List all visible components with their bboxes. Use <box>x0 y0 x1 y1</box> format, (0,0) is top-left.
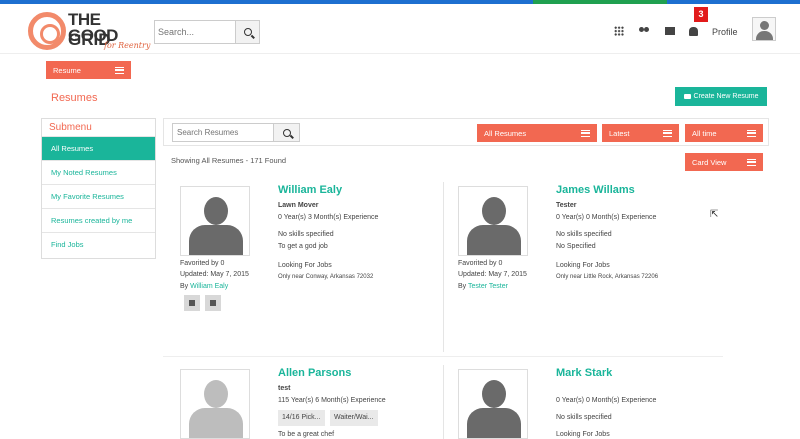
gear-logo-icon <box>28 12 66 50</box>
sidebar-item-all-resumes[interactable]: All Resumes <box>42 136 155 160</box>
resume-search-button[interactable] <box>273 124 299 141</box>
user-avatar[interactable] <box>752 17 776 41</box>
submenu-panel: Submenu All Resumes My Noted Resumes My … <box>41 118 156 259</box>
resume-card: James Willams Tester 0 Year(s) 0 Month(s… <box>450 182 722 352</box>
users-icon[interactable] <box>638 26 651 36</box>
resume-name[interactable]: James Willams <box>556 184 635 196</box>
search-icon <box>282 128 291 137</box>
page-title: Resumes <box>51 92 98 104</box>
resume-title: Tester <box>556 202 577 209</box>
resume-card: William Ealy Lawn Mover 0 Year(s) 3 Mont… <box>172 182 444 352</box>
resume-author-prefix: By <box>458 283 467 290</box>
resume-experience: 0 Year(s) 3 Month(s) Experience <box>278 214 379 221</box>
photo-action-button[interactable] <box>184 295 200 311</box>
resume-card: Allen Parsons test 115 Year(s) 6 Month(s… <box>172 365 444 439</box>
document-action-button[interactable] <box>205 295 221 311</box>
camera-icon <box>683 94 691 99</box>
filter-all-resumes[interactable]: All Resumes <box>477 124 597 142</box>
resume-photo[interactable] <box>458 369 528 439</box>
resume-goal: No Specified <box>556 243 596 250</box>
resume-author: By William Ealy <box>180 283 228 290</box>
resume-tag: 14/16 Pick... <box>278 410 325 426</box>
resume-tag: Waiter/Wai... <box>330 410 378 426</box>
notification-badge: 3 <box>694 7 708 22</box>
resume-skills: No skills specified <box>556 231 612 238</box>
search-icon <box>243 28 252 36</box>
mail-icon[interactable] <box>665 27 675 35</box>
resume-author-link[interactable]: William Ealy <box>190 283 228 290</box>
submenu-title: Submenu <box>49 122 92 133</box>
resume-card: Mark Stark 0 Year(s) 0 Month(s) Experien… <box>450 365 722 439</box>
row-divider <box>163 356 723 357</box>
resume-author-prefix: By <box>180 283 189 290</box>
sidebar-item-created-by-me[interactable]: Resumes created by me <box>42 208 155 232</box>
menu-icon <box>115 66 124 74</box>
menu-icon <box>747 129 756 137</box>
filter-latest[interactable]: Latest <box>602 124 679 142</box>
resume-looking-label: Looking For Jobs <box>556 431 610 438</box>
resume-updated: Updated: May 7, 2015 <box>180 271 249 278</box>
resume-photo[interactable] <box>180 369 250 439</box>
resume-goal: To be a great chef <box>278 431 335 438</box>
resume-photo[interactable] <box>458 186 528 256</box>
resume-skills: No skills specified <box>278 231 334 238</box>
results-count: Showing All Resumes - 171 Found <box>171 156 287 165</box>
resume-name[interactable]: William Ealy <box>278 184 342 196</box>
resume-location: Only near Conway, Arkansas 72032 <box>278 274 374 280</box>
resume-experience: 0 Year(s) 0 Month(s) Experience <box>556 397 657 404</box>
sidebar-item-find-jobs[interactable]: Find Jobs <box>42 232 155 256</box>
resume-search-input[interactable] <box>173 124 273 141</box>
resume-title: Lawn Mover <box>278 202 319 209</box>
resume-name[interactable]: Mark Stark <box>556 367 612 379</box>
resume-experience: 0 Year(s) 0 Month(s) Experience <box>556 214 657 221</box>
resume-title: test <box>278 385 291 392</box>
card-view-button[interactable]: Card View <box>685 153 763 171</box>
resume-author-link[interactable]: Tester Tester <box>468 283 508 290</box>
filter-latest-label: Latest <box>609 128 630 138</box>
resume-favorited: Favorited by 0 <box>458 260 503 267</box>
resume-looking-label: Looking For Jobs <box>278 262 332 269</box>
header-search <box>154 20 260 44</box>
resume-looking-label: Looking For Jobs <box>556 262 610 269</box>
resume-updated: Updated: May 7, 2015 <box>458 271 527 278</box>
apps-grid-icon[interactable] <box>614 26 624 36</box>
resume-experience: 115 Year(s) 6 Month(s) Experience <box>278 397 386 404</box>
resume-menu-button[interactable]: Resume <box>46 61 131 79</box>
resume-author: By Tester Tester <box>458 283 508 290</box>
resume-goal: To get a god job <box>278 243 328 250</box>
resume-name[interactable]: Allen Parsons <box>278 367 351 379</box>
menu-icon <box>581 129 590 137</box>
resume-search <box>172 123 300 142</box>
create-resume-button[interactable]: Create New Resume <box>675 87 767 106</box>
menu-icon <box>663 129 672 137</box>
bell-icon[interactable] <box>689 26 698 36</box>
menu-icon <box>747 158 756 166</box>
top-navbar: THE GOOD GRID for Reentry 3 Profile <box>0 4 800 54</box>
header-search-input[interactable] <box>155 21 235 43</box>
profile-link[interactable]: Profile <box>712 27 738 37</box>
brand-tagline: for Reentry <box>104 41 151 50</box>
filter-all-time[interactable]: All time <box>685 124 763 142</box>
resume-location: Only near Little Rock, Arkansas 72206 <box>556 274 659 280</box>
brand-logo[interactable]: THE GOOD GRID for Reentry <box>22 10 152 54</box>
filter-all-time-label: All time <box>692 128 717 138</box>
mouse-cursor-icon: ⇱ <box>710 209 719 220</box>
resume-favorited: Favorited by 0 <box>180 260 225 267</box>
header-search-button[interactable] <box>235 21 259 43</box>
sidebar-item-favorite-resumes[interactable]: My Favorite Resumes <box>42 184 155 208</box>
resume-menu-label: Resume <box>53 65 81 75</box>
card-view-label: Card View <box>692 157 727 167</box>
create-resume-label: Create New Resume <box>693 93 759 100</box>
resume-toolbar: All Resumes Latest All time <box>163 118 769 146</box>
filter-all-resumes-label: All Resumes <box>484 128 527 138</box>
resume-skills: No skills specified <box>556 414 612 421</box>
resume-photo[interactable] <box>180 186 250 256</box>
sidebar-item-noted-resumes[interactable]: My Noted Resumes <box>42 160 155 184</box>
